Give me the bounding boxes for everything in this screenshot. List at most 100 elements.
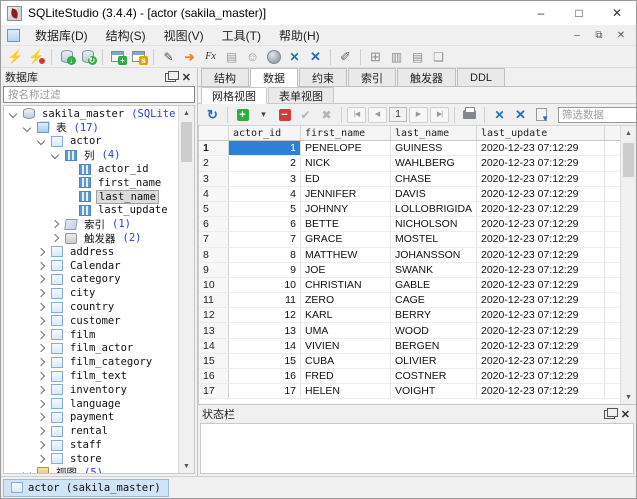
cell[interactable]: JOHNNY [301, 202, 391, 216]
row-number[interactable]: 8 [199, 248, 229, 262]
tree-item-列[interactable]: 列(4) [4, 148, 178, 162]
cell[interactable]: 2020-12-23 07:12:29 [477, 172, 605, 186]
tree-item-rental[interactable]: rental [4, 424, 178, 438]
cell[interactable]: BERRY [391, 308, 477, 322]
tree-item-customer[interactable]: customer [4, 314, 178, 328]
chevron-down-icon[interactable] [23, 123, 31, 131]
cell[interactable]: 2020-12-23 07:12:29 [477, 384, 605, 398]
cell[interactable]: 12 [229, 308, 301, 322]
chevron-right-icon[interactable] [37, 372, 45, 380]
mdi-grid-button[interactable] [365, 47, 386, 67]
cell[interactable]: 2020-12-23 07:12:29 [477, 217, 605, 231]
tab-结构[interactable]: 结构 [201, 68, 249, 86]
cell[interactable]: ED [301, 172, 391, 186]
tree-item-category[interactable]: category [4, 273, 178, 287]
chevron-right-icon[interactable] [37, 413, 45, 421]
tree-scrollbar[interactable]: ▲ ▼ [178, 106, 194, 473]
menu-item-0[interactable]: 数据库(D) [26, 25, 97, 46]
cell[interactable]: 6 [229, 217, 301, 231]
cell[interactable]: 17 [229, 384, 301, 398]
menu-item-2[interactable]: 视图(V) [155, 25, 213, 46]
row-number[interactable]: 4 [199, 187, 229, 201]
tree-item-language[interactable]: language [4, 397, 178, 411]
mdi-minimize-button[interactable]: – [566, 30, 588, 41]
row-number[interactable]: 9 [199, 263, 229, 277]
cell[interactable]: SWANK [391, 263, 477, 277]
row-number[interactable]: 16 [199, 369, 229, 383]
tab-数据[interactable]: 数据 [250, 68, 298, 87]
cell[interactable]: 2020-12-23 07:12:29 [477, 187, 605, 201]
scroll-thumb[interactable] [623, 143, 634, 177]
tab-约束[interactable]: 约束 [299, 68, 347, 86]
chevron-right-icon[interactable] [37, 386, 45, 394]
scroll-up-icon[interactable]: ▲ [179, 106, 194, 120]
tree-item-film_category[interactable]: film_category [4, 355, 178, 369]
disconnect-button[interactable] [26, 47, 47, 67]
chevron-right-icon[interactable] [37, 303, 45, 311]
chevron-right-icon[interactable] [37, 358, 45, 366]
mdi-cascade-button[interactable] [428, 47, 449, 67]
row-number[interactable]: 6 [199, 217, 229, 231]
ddl-history-button[interactable] [221, 47, 242, 67]
next-page-button[interactable] [409, 107, 428, 123]
cell[interactable]: 2020-12-23 07:12:29 [477, 202, 605, 216]
tree-item-address[interactable]: address [4, 245, 178, 259]
cell[interactable]: 10 [229, 278, 301, 292]
chevron-right-icon[interactable] [37, 427, 45, 435]
functions-button[interactable] [200, 47, 221, 67]
cell[interactable]: 8 [229, 248, 301, 262]
cell[interactable]: 1 [229, 141, 301, 155]
menu-item-3[interactable]: 工具(T) [213, 25, 270, 46]
scroll-thumb[interactable] [181, 122, 192, 162]
tree-item-film_text[interactable]: film_text [4, 369, 178, 383]
row-number[interactable]: 15 [199, 354, 229, 368]
cell[interactable]: 4 [229, 187, 301, 201]
tree-item-country[interactable]: country [4, 300, 178, 314]
minimize-button[interactable]: – [522, 1, 560, 25]
cell[interactable]: JOE [301, 263, 391, 277]
cell[interactable]: 7 [229, 232, 301, 246]
row-number[interactable]: 1 [199, 141, 229, 155]
grid-corner-cell[interactable] [199, 126, 229, 140]
chevron-right-icon[interactable] [37, 344, 45, 352]
float-panel-icon[interactable] [165, 73, 176, 82]
cell[interactable]: GRACE [301, 232, 391, 246]
cell[interactable]: 9 [229, 263, 301, 277]
grid-scrollbar[interactable]: ▲ ▼ [620, 126, 636, 404]
commit-button[interactable] [295, 105, 316, 125]
tree-item-film[interactable]: film [4, 328, 178, 342]
caret-button[interactable] [253, 105, 274, 125]
tree-item-last_update[interactable]: last_update [4, 204, 178, 218]
convert-database-button[interactable] [77, 47, 98, 67]
maximize-button[interactable]: □ [560, 1, 598, 25]
cell[interactable]: GUINESS [391, 141, 477, 155]
chevron-down-icon[interactable] [9, 110, 17, 118]
cell[interactable]: 2020-12-23 07:12:29 [477, 278, 605, 292]
restore-window-button[interactable] [128, 47, 149, 67]
rollback-button[interactable] [316, 105, 337, 125]
chevron-right-icon[interactable] [37, 317, 45, 325]
print-button[interactable] [459, 105, 480, 125]
tree-item-inventory[interactable]: inventory [4, 383, 178, 397]
cell[interactable]: NICHOLSON [391, 217, 477, 231]
close-panel-icon[interactable]: ✕ [182, 71, 191, 84]
cell[interactable]: VOIGHT [391, 384, 477, 398]
cell[interactable]: 2020-12-23 07:12:29 [477, 141, 605, 155]
chevron-down-icon[interactable] [23, 468, 31, 473]
tree-item-actor_id[interactable]: actor_id [4, 162, 178, 176]
cell[interactable]: BERGEN [391, 339, 477, 353]
cell[interactable]: MOSTEL [391, 232, 477, 246]
cell[interactable]: 5 [229, 202, 301, 216]
data-filter-input[interactable] [558, 107, 637, 123]
cell[interactable]: FRED [301, 369, 391, 383]
cell[interactable]: 14 [229, 339, 301, 353]
tree-item-first_name[interactable]: first_name [4, 176, 178, 190]
sql-editor-button[interactable] [158, 47, 179, 67]
chevron-right-icon[interactable] [37, 275, 45, 283]
cell[interactable]: PENELOPE [301, 141, 391, 155]
chevron-right-icon[interactable] [37, 248, 45, 256]
cell[interactable]: 2020-12-23 07:12:29 [477, 248, 605, 262]
tree-filter-input[interactable] [3, 86, 195, 103]
fit-window-button[interactable] [284, 47, 305, 67]
column-header-actor_id[interactable]: actor_id [229, 126, 301, 140]
